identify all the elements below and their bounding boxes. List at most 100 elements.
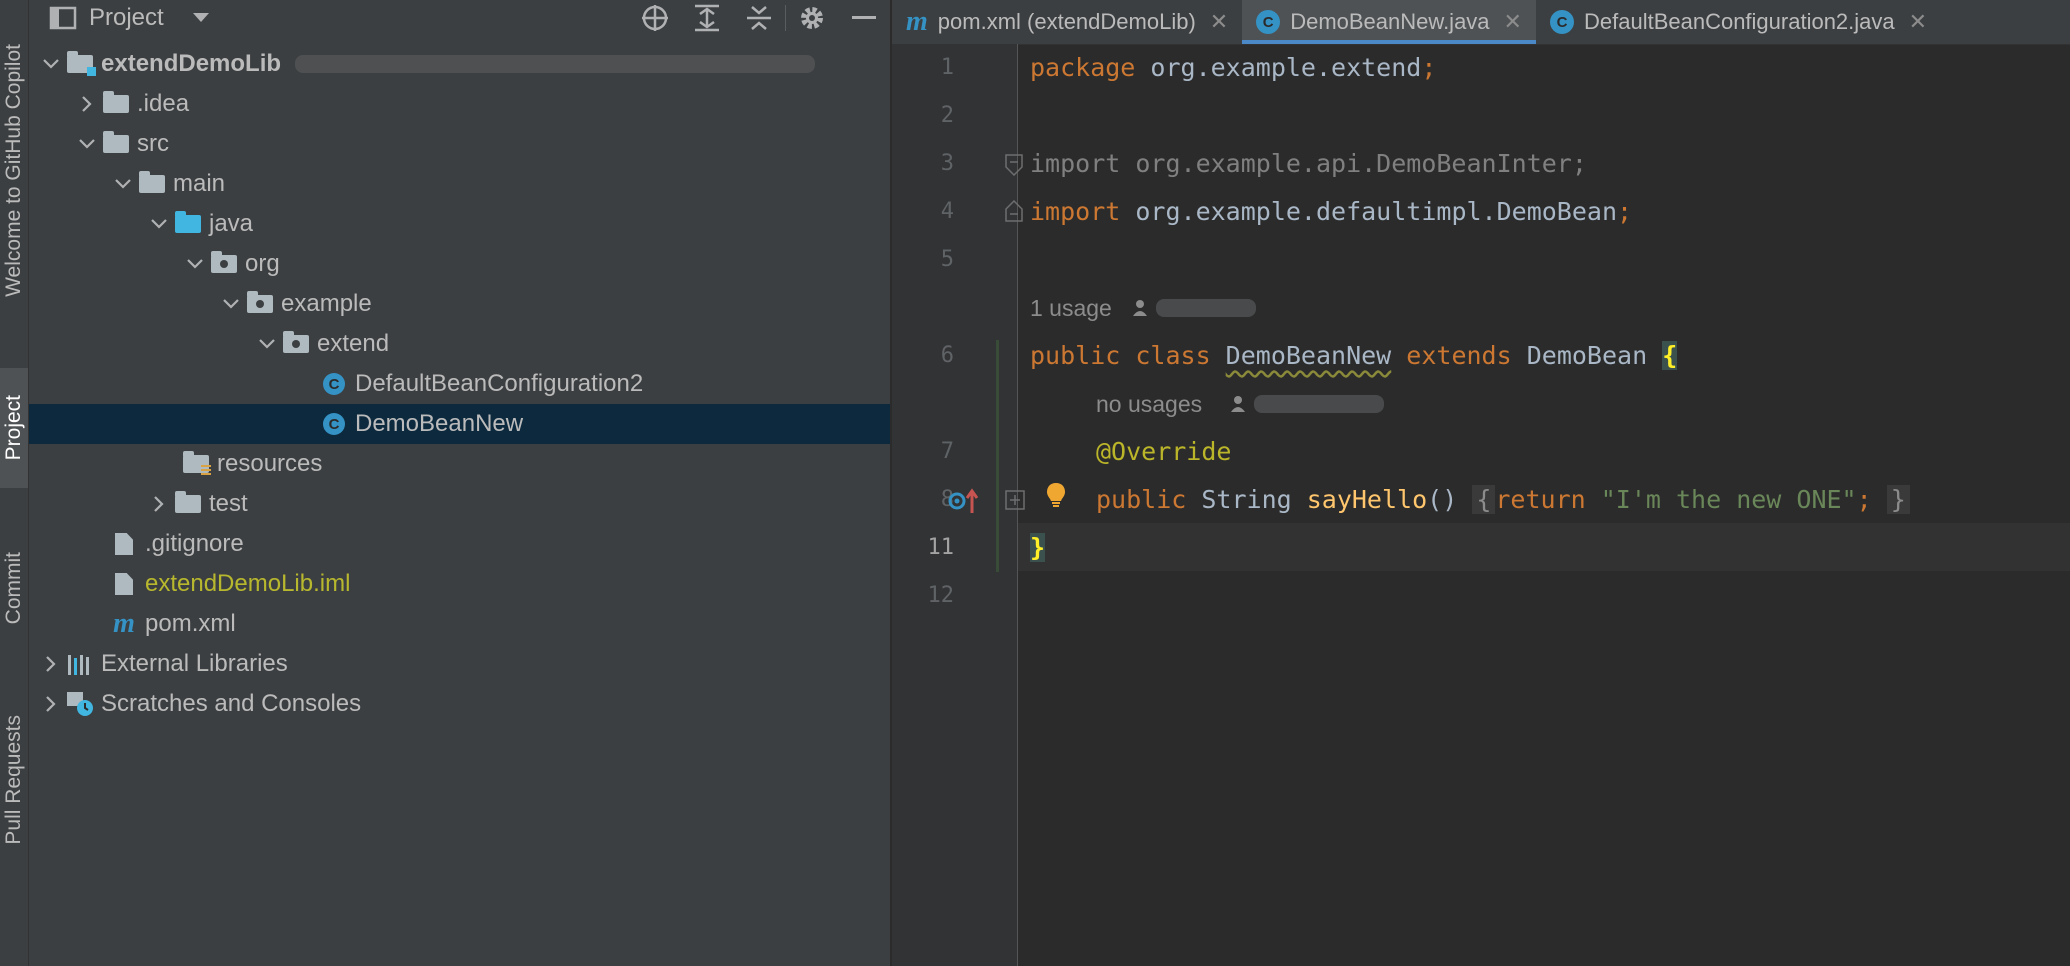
tree-item-label: External Libraries [101,650,288,677]
tree-item-label: DefaultBeanConfiguration2 [355,370,644,397]
tree-item-test[interactable]: test [29,484,890,524]
string-literal: "I'm the new ONE" [1600,485,1857,514]
tree-item-label: .gitignore [145,530,244,557]
usages-hint-label: no usages [1096,391,1203,417]
tree-item-external-libraries[interactable]: External Libraries [29,644,890,684]
usages-hint[interactable]: no usages [1096,380,1385,428]
file-icon [109,564,139,604]
code-line-8[interactable]: public String sayHello() {return "I'm th… [1096,476,1910,524]
github-copilot-tab[interactable]: Welcome to GitHub Copilot [0,0,28,340]
user-icon [1132,300,1147,316]
keyword: import [1030,197,1121,226]
overrides-method-icon[interactable] [948,487,980,515]
usages-hint[interactable]: 1 usage [1030,284,1256,332]
tab-defaultbeanconfiguration2[interactable]: C DefaultBeanConfiguration2.java ✕ [1536,0,1941,44]
chevron-right-icon[interactable] [73,84,101,124]
chevron-down-icon[interactable] [109,164,137,204]
tab-demobeannew[interactable]: C DemoBeanNew.java ✕ [1242,0,1536,44]
pull-requests-tool-tab-label: Pull Requests [2,715,25,845]
tree-item-label: .idea [137,90,190,117]
tree-item-demobeannew[interactable]: C DemoBeanNew [29,404,890,444]
code-line-3[interactable]: import org.example.api.DemoBeanInter; [1030,140,1587,188]
code-line-7[interactable]: @Override [1096,428,1231,476]
project-panel: Project extendDemoLib .idea src main jav… [29,0,890,966]
class-name: DemoBeanNew [1225,341,1392,370]
tab-label: pom.xml (extendDemoLib) [937,9,1196,34]
maven-icon: m [906,6,928,37]
project-tool-tab[interactable]: Project [0,368,28,488]
editor-tabs: m pom.xml (extendDemoLib) ✕ C DemoBeanNe… [892,0,2070,45]
module-folder-icon [65,44,96,84]
tree-item-gitignore[interactable]: .gitignore [29,524,890,564]
tree-item-label: DemoBeanNew [355,410,524,437]
folded-brace[interactable]: { [1472,485,1496,514]
tree-item-main[interactable]: main [29,164,890,204]
chevron-down-icon[interactable] [253,324,281,364]
tree-item-label: extend [317,330,390,357]
tree-item-label: test [209,490,248,517]
class-icon: C [319,364,349,404]
tree-item-defaultbeanconfiguration2[interactable]: C DefaultBeanConfiguration2 [29,364,890,404]
close-icon[interactable]: ✕ [1504,9,1522,35]
code-line-6[interactable]: public class DemoBeanNew extends DemoBea… [1030,332,1678,380]
tree-item-resources[interactable]: resources [29,444,890,484]
folded-brace[interactable]: } [1886,485,1910,514]
line-number: 3 [940,151,954,176]
line-number: 1 [940,55,954,80]
code-line-11[interactable]: } [1030,524,1046,572]
chevron-right-icon[interactable] [37,644,65,684]
tree-item-label: Scratches and Consoles [101,690,362,717]
project-panel-header: Project [29,0,890,36]
tree-item-label: src [137,130,169,157]
line-number: 5 [940,247,954,272]
tree-item-idea[interactable]: .idea [29,84,890,124]
tree-item-extend[interactable]: extend [29,324,890,364]
chevron-down-icon[interactable] [181,244,209,284]
redacted-author [1155,299,1256,317]
chevron-down-icon[interactable] [145,204,173,244]
brace: } [1030,533,1046,562]
code-line-1[interactable]: package org.example.extend; [1030,44,1436,92]
pull-requests-tool-tab[interactable]: Pull Requests [0,690,28,870]
tree-item-extenddemolib-iml[interactable]: extendDemoLib.iml [29,564,890,604]
lightbulb-icon[interactable] [1046,482,1066,508]
tree-item-scratches[interactable]: Scratches and Consoles [29,684,890,724]
chevron-down-icon[interactable] [73,124,101,164]
project-view-selector[interactable]: Project [49,4,210,32]
chevron-down-icon[interactable] [37,44,65,84]
chevron-right-icon[interactable] [37,684,65,724]
tree-item-org[interactable]: org [29,244,890,284]
code-line-4[interactable]: import org.example.defaultimpl.DemoBean; [1030,188,1632,236]
tree-item-example[interactable]: example [29,284,890,324]
locate-icon[interactable] [629,0,681,36]
keyword: extends [1391,341,1527,370]
keyword: package [1030,53,1136,82]
tree-item-src[interactable]: src [29,124,890,164]
project-view-icon [49,6,77,30]
vcs-change-marker[interactable] [996,340,999,572]
expand-fold-icon[interactable] [1005,490,1025,510]
tree-item-pom-xml[interactable]: m pom.xml [29,604,890,644]
class-icon: C [319,404,349,444]
chevron-down-icon[interactable] [217,284,245,324]
fold-icon[interactable] [1005,154,1023,176]
close-icon[interactable]: ✕ [1210,9,1228,35]
chevron-right-icon[interactable] [145,484,173,524]
tree-item-extenddemolib[interactable]: extendDemoLib [29,44,890,84]
method-name: sayHello [1306,485,1428,514]
commit-tool-tab[interactable]: Commit [0,528,28,648]
project-tool-tab-label: Project [2,395,25,461]
fold-icon[interactable] [1005,200,1023,222]
gear-icon[interactable] [786,0,838,36]
minimize-icon[interactable] [838,0,890,36]
tab-pom-xml[interactable]: m pom.xml (extendDemoLib) ✕ [892,0,1242,44]
expand-all-icon[interactable] [681,0,733,36]
folder-icon [101,84,131,124]
close-icon[interactable]: ✕ [1909,9,1927,35]
scratches-icon [65,684,95,724]
collapse-all-icon[interactable] [733,0,785,36]
semicolon: ; [1421,53,1437,82]
tree-item-java[interactable]: java [29,204,890,244]
github-copilot-tab-label: Welcome to GitHub Copilot [2,43,25,297]
parens: () [1427,485,1458,514]
